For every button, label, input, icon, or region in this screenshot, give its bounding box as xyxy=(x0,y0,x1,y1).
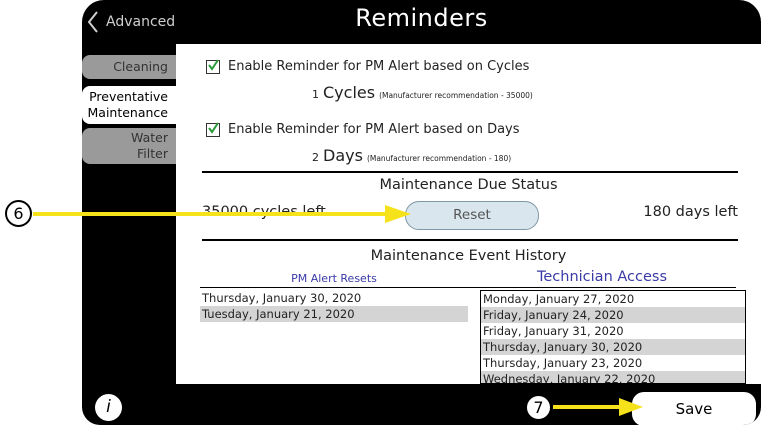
cycles-checkbox[interactable] xyxy=(206,58,220,74)
list-item: Thursday, January 30, 2020 xyxy=(202,291,362,305)
tab-label-line: Maintenance xyxy=(87,105,169,120)
callout-save: 7 xyxy=(525,394,552,421)
callout-arrow-icon xyxy=(33,205,411,223)
days-recommendation: (Manufacturer recommendation - 180) xyxy=(366,154,512,163)
divider xyxy=(202,239,738,241)
technician-access-list[interactable]: Monday, January 27, 2020 Friday, January… xyxy=(480,290,746,384)
cycles-value-row: 1 Cycles (Manufacturer recommendation - … xyxy=(312,83,533,102)
callout-reset: 6 xyxy=(5,200,32,227)
history-title: Maintenance Event History xyxy=(370,248,567,264)
days-value-row: 2 Days (Manufacturer recommendation - 18… xyxy=(312,146,511,165)
page-title: Reminders xyxy=(355,4,488,32)
tab-preventative-maintenance[interactable]: Preventative Maintenance xyxy=(82,86,176,124)
info-button[interactable]: i xyxy=(95,394,122,421)
cycles-value[interactable]: 1 xyxy=(312,88,319,101)
pm-alert-resets-list[interactable]: Thursday, January 30, 2020 Tuesday, Janu… xyxy=(200,290,468,322)
tab-label: Cleaning xyxy=(113,59,168,74)
cycles-unit: Cycles xyxy=(323,83,376,102)
list-item: Friday, January 31, 2020 xyxy=(483,324,624,338)
save-button[interactable]: Save xyxy=(632,392,756,425)
list-item: Thursday, January 23, 2020 xyxy=(483,356,643,370)
list-item: Friday, January 24, 2020 xyxy=(481,307,745,323)
callout-arrow-icon xyxy=(553,398,643,416)
days-checkbox[interactable] xyxy=(206,121,220,137)
column-rule xyxy=(468,287,736,288)
tab-label-line: Preventative xyxy=(89,89,168,104)
tab-cleaning[interactable]: Cleaning xyxy=(82,55,176,79)
pm-alert-resets-header: PM Alert Resets xyxy=(291,272,377,285)
due-status-title: Maintenance Due Status xyxy=(379,177,558,193)
header-bar: Advanced Reminders xyxy=(82,0,761,44)
list-item: Tuesday, January 21, 2020 xyxy=(200,306,468,322)
list-item: Wednesday, January 22, 2020 xyxy=(481,371,745,383)
days-checkbox-label: Enable Reminder for PM Alert based on Da… xyxy=(228,122,520,137)
column-rule xyxy=(200,287,468,288)
days-left-text: 180 days left xyxy=(643,204,738,220)
cycles-recommendation: (Manufacturer recommendation - 35000) xyxy=(379,91,533,100)
technician-access-header: Technician Access xyxy=(536,269,668,285)
days-value[interactable]: 2 xyxy=(312,151,319,164)
tab-label-line: Water xyxy=(131,130,168,145)
days-reminder-row: Enable Reminder for PM Alert based on Da… xyxy=(206,121,520,137)
cycles-reminder-row: Enable Reminder for PM Alert based on Cy… xyxy=(206,58,530,74)
list-item: Thursday, January 30, 2020 xyxy=(481,339,745,355)
tab-label-line: Filter xyxy=(137,146,168,161)
divider xyxy=(202,171,738,173)
tab-water-filter[interactable]: Water Filter xyxy=(82,128,176,164)
list-item: Monday, January 27, 2020 xyxy=(483,292,635,306)
checkmark-icon xyxy=(208,121,219,134)
cycles-checkbox-label: Enable Reminder for PM Alert based on Cy… xyxy=(228,59,530,74)
days-unit: Days xyxy=(323,146,363,165)
reset-button[interactable]: Reset xyxy=(405,201,539,230)
footer-bar: i Save xyxy=(82,384,761,425)
checkmark-icon xyxy=(208,58,219,71)
